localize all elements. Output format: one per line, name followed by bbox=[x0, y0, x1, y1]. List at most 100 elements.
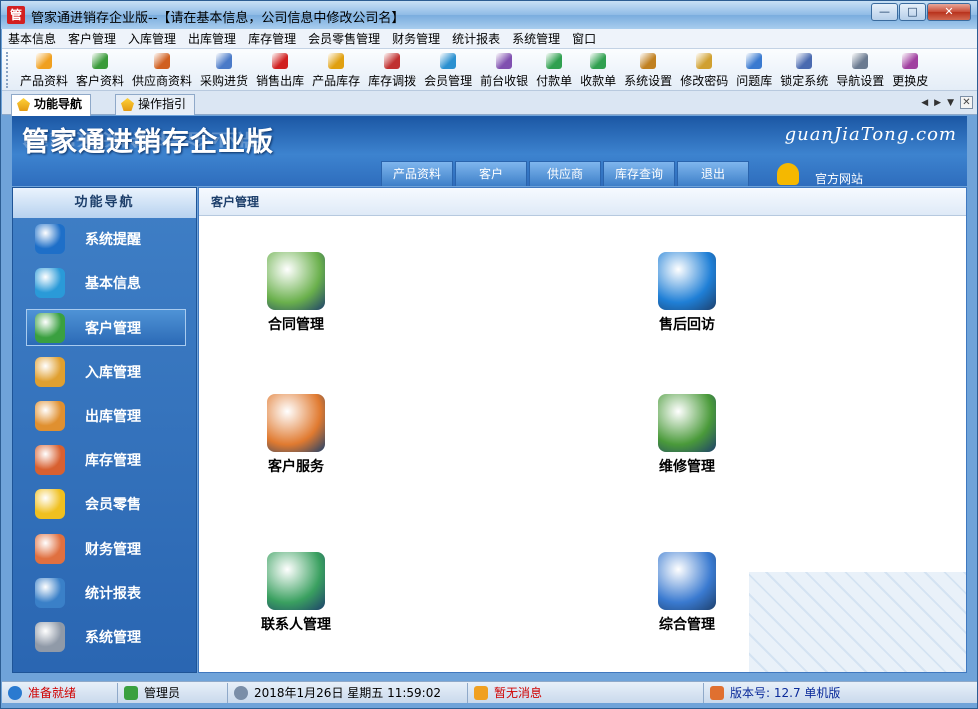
toolbar-button-skin[interactable]: 更换皮 bbox=[888, 49, 932, 90]
toolbar-button-sales[interactable]: 销售出库 bbox=[252, 49, 308, 90]
official-site-link[interactable]: 官方网站 bbox=[777, 160, 863, 186]
toolbar-label: 锁定系统 bbox=[780, 74, 829, 88]
function-alert-bubble[interactable]: 售后回访 bbox=[632, 252, 742, 334]
function-tools[interactable]: 维修管理 bbox=[632, 394, 742, 476]
banner-tab-inventory-query[interactable]: 库存查询 bbox=[603, 161, 675, 186]
function-contact-card[interactable]: 联系人管理 bbox=[241, 552, 351, 634]
function-label: 综合管理 bbox=[659, 617, 715, 633]
sidebar-item-label: 基本信息 bbox=[85, 275, 141, 292]
toolbar-button-password[interactable]: 修改密码 bbox=[676, 49, 732, 90]
toolbar-grip[interactable] bbox=[6, 52, 14, 88]
keyboard-background-image bbox=[749, 572, 966, 672]
toolbar-label: 库存调拨 bbox=[368, 74, 417, 88]
banner-nav: 产品资料 客户 供应商 库存查询 退出 bbox=[381, 161, 751, 186]
toolbar-button-product[interactable]: 产品资料 bbox=[16, 49, 72, 90]
maximize-button[interactable]: □ bbox=[899, 3, 926, 21]
sidebar-item-chart[interactable]: 统计报表 bbox=[26, 574, 186, 611]
function-label: 售后回访 bbox=[659, 317, 715, 333]
sidebar-item-box-out[interactable]: 出库管理 bbox=[26, 397, 186, 434]
menu-member-retail[interactable]: 会员零售管理 bbox=[302, 29, 386, 49]
close-button[interactable]: ✕ bbox=[927, 3, 971, 21]
toolbar-label: 导航设置 bbox=[836, 74, 885, 88]
tab-function-nav[interactable]: 功能导航 bbox=[11, 94, 92, 116]
faq-icon bbox=[746, 53, 763, 69]
menu-window[interactable]: 窗口 bbox=[566, 29, 602, 49]
toolbar-label: 付款单 bbox=[536, 74, 573, 88]
toolbar-button-cashier[interactable]: 前台收银 bbox=[476, 49, 532, 90]
minimize-button[interactable]: — bbox=[871, 3, 898, 21]
lock-icon bbox=[796, 53, 813, 69]
toolbar-button-supplier[interactable]: 供应商资料 bbox=[128, 49, 196, 90]
sidebar-item-users[interactable]: 客户管理 bbox=[26, 309, 186, 346]
tab-navigation: ◀ ▶ ▼ ✕ bbox=[915, 96, 973, 109]
status-message-text: 暂无消息 bbox=[494, 686, 543, 700]
panel-heading: 客户管理 bbox=[199, 188, 966, 216]
menu-bar: 基本信息 客户管理 入库管理 出库管理 库存管理 会员零售管理 财务管理 统计报… bbox=[2, 29, 977, 49]
function-contract[interactable]: 合同管理 bbox=[241, 252, 351, 334]
status-message[interactable]: 暂无消息 bbox=[468, 682, 704, 703]
menu-inventory[interactable]: 库存管理 bbox=[242, 29, 302, 49]
sidebar-item-cubes[interactable]: 基本信息 bbox=[26, 264, 186, 301]
sidebar-item-label: 财务管理 bbox=[85, 541, 141, 558]
toolbar-button-nav-settings[interactable]: 导航设置 bbox=[832, 49, 888, 90]
tab-scroll-left-icon[interactable]: ◀ bbox=[921, 98, 928, 108]
sidebar-item-label: 系统提醒 bbox=[85, 231, 141, 248]
sidebar-item-box-in[interactable]: 入库管理 bbox=[26, 353, 186, 390]
sidebar-item-warehouse[interactable]: 库存管理 bbox=[26, 441, 186, 478]
window-title: 管家通进销存企业版--【请在基本信息，公司信息中修改公司名】 bbox=[31, 11, 405, 26]
tab-close-button[interactable]: ✕ bbox=[960, 96, 973, 109]
tab-list-icon[interactable]: ▼ bbox=[947, 98, 954, 108]
function-folder[interactable]: 综合管理 bbox=[632, 552, 742, 634]
toolbar-button-payment[interactable]: 付款单 bbox=[532, 49, 576, 90]
info-icon bbox=[35, 223, 65, 254]
menu-finance[interactable]: 财务管理 bbox=[386, 29, 446, 49]
star-icon bbox=[17, 98, 30, 111]
banner-tab-exit[interactable]: 退出 bbox=[677, 161, 749, 186]
menu-customer[interactable]: 客户管理 bbox=[62, 29, 122, 49]
purchase-icon bbox=[216, 53, 233, 69]
alert-bubble-icon bbox=[658, 252, 716, 310]
toolbar-button-stock[interactable]: 产品库存 bbox=[308, 49, 364, 90]
toolbar: 产品资料 客户资料 供应商资料 采购进货 销售出库 产品库存 库存调拨 会员管理 前台收银 付款单… bbox=[2, 49, 977, 91]
folder-icon bbox=[658, 552, 716, 610]
sidebar-item-info[interactable]: 系统提醒 bbox=[26, 220, 186, 257]
runner-logo-icon bbox=[777, 162, 799, 185]
tab-operation-guide[interactable]: 操作指引 bbox=[115, 94, 196, 115]
tab-scroll-right-icon[interactable]: ▶ bbox=[934, 98, 941, 108]
toolbar-button-transfer[interactable]: 库存调拨 bbox=[364, 49, 420, 90]
toolbar-button-member[interactable]: 会员管理 bbox=[420, 49, 476, 90]
supplier-icon bbox=[154, 53, 171, 69]
toolbar-label: 销售出库 bbox=[256, 74, 305, 88]
sidebar-item-member-cloud[interactable]: 会员零售 bbox=[26, 485, 186, 522]
sidebar-item-gears[interactable]: 系统管理 bbox=[26, 618, 186, 655]
menu-system[interactable]: 系统管理 bbox=[506, 29, 566, 49]
toolbar-button-purchase[interactable]: 采购进货 bbox=[196, 49, 252, 90]
menu-inbound[interactable]: 入库管理 bbox=[122, 29, 182, 49]
status-datetime-text: 2018年1月26日 星期五 11:59:02 bbox=[254, 686, 441, 700]
toolbar-button-settings[interactable]: 系统设置 bbox=[620, 49, 676, 90]
banner-tab-products[interactable]: 产品资料 bbox=[381, 161, 453, 186]
sidebar-heading: 功能导航 bbox=[13, 188, 196, 218]
message-icon bbox=[474, 685, 488, 700]
toolbar-button-faq[interactable]: 问题库 bbox=[732, 49, 776, 90]
menu-basic-info[interactable]: 基本信息 bbox=[2, 29, 62, 49]
sidebar-item-finance[interactable]: 财务管理 bbox=[26, 530, 186, 567]
banner-tab-customers[interactable]: 客户 bbox=[455, 161, 527, 186]
nav-settings-icon bbox=[852, 53, 869, 69]
sidebar-item-label: 入库管理 bbox=[85, 364, 141, 381]
function-label: 联系人管理 bbox=[261, 617, 331, 633]
stock-icon bbox=[328, 53, 345, 69]
toolbar-label: 会员管理 bbox=[424, 74, 473, 88]
clock-icon bbox=[234, 685, 248, 700]
contract-icon bbox=[267, 252, 325, 310]
toolbar-button-receipt[interactable]: 收款单 bbox=[576, 49, 620, 90]
menu-outbound[interactable]: 出库管理 bbox=[182, 29, 242, 49]
toolbar-label: 产品库存 bbox=[312, 74, 361, 88]
toolbar-button-customer[interactable]: 客户资料 bbox=[72, 49, 128, 90]
function-customer-service[interactable]: 客户服务 bbox=[241, 394, 351, 476]
function-label: 合同管理 bbox=[268, 317, 324, 333]
banner-tab-suppliers[interactable]: 供应商 bbox=[529, 161, 601, 186]
toolbar-button-lock[interactable]: 锁定系统 bbox=[776, 49, 832, 90]
menu-reports[interactable]: 统计报表 bbox=[446, 29, 506, 49]
official-site-label: 官方网站 bbox=[815, 172, 864, 186]
